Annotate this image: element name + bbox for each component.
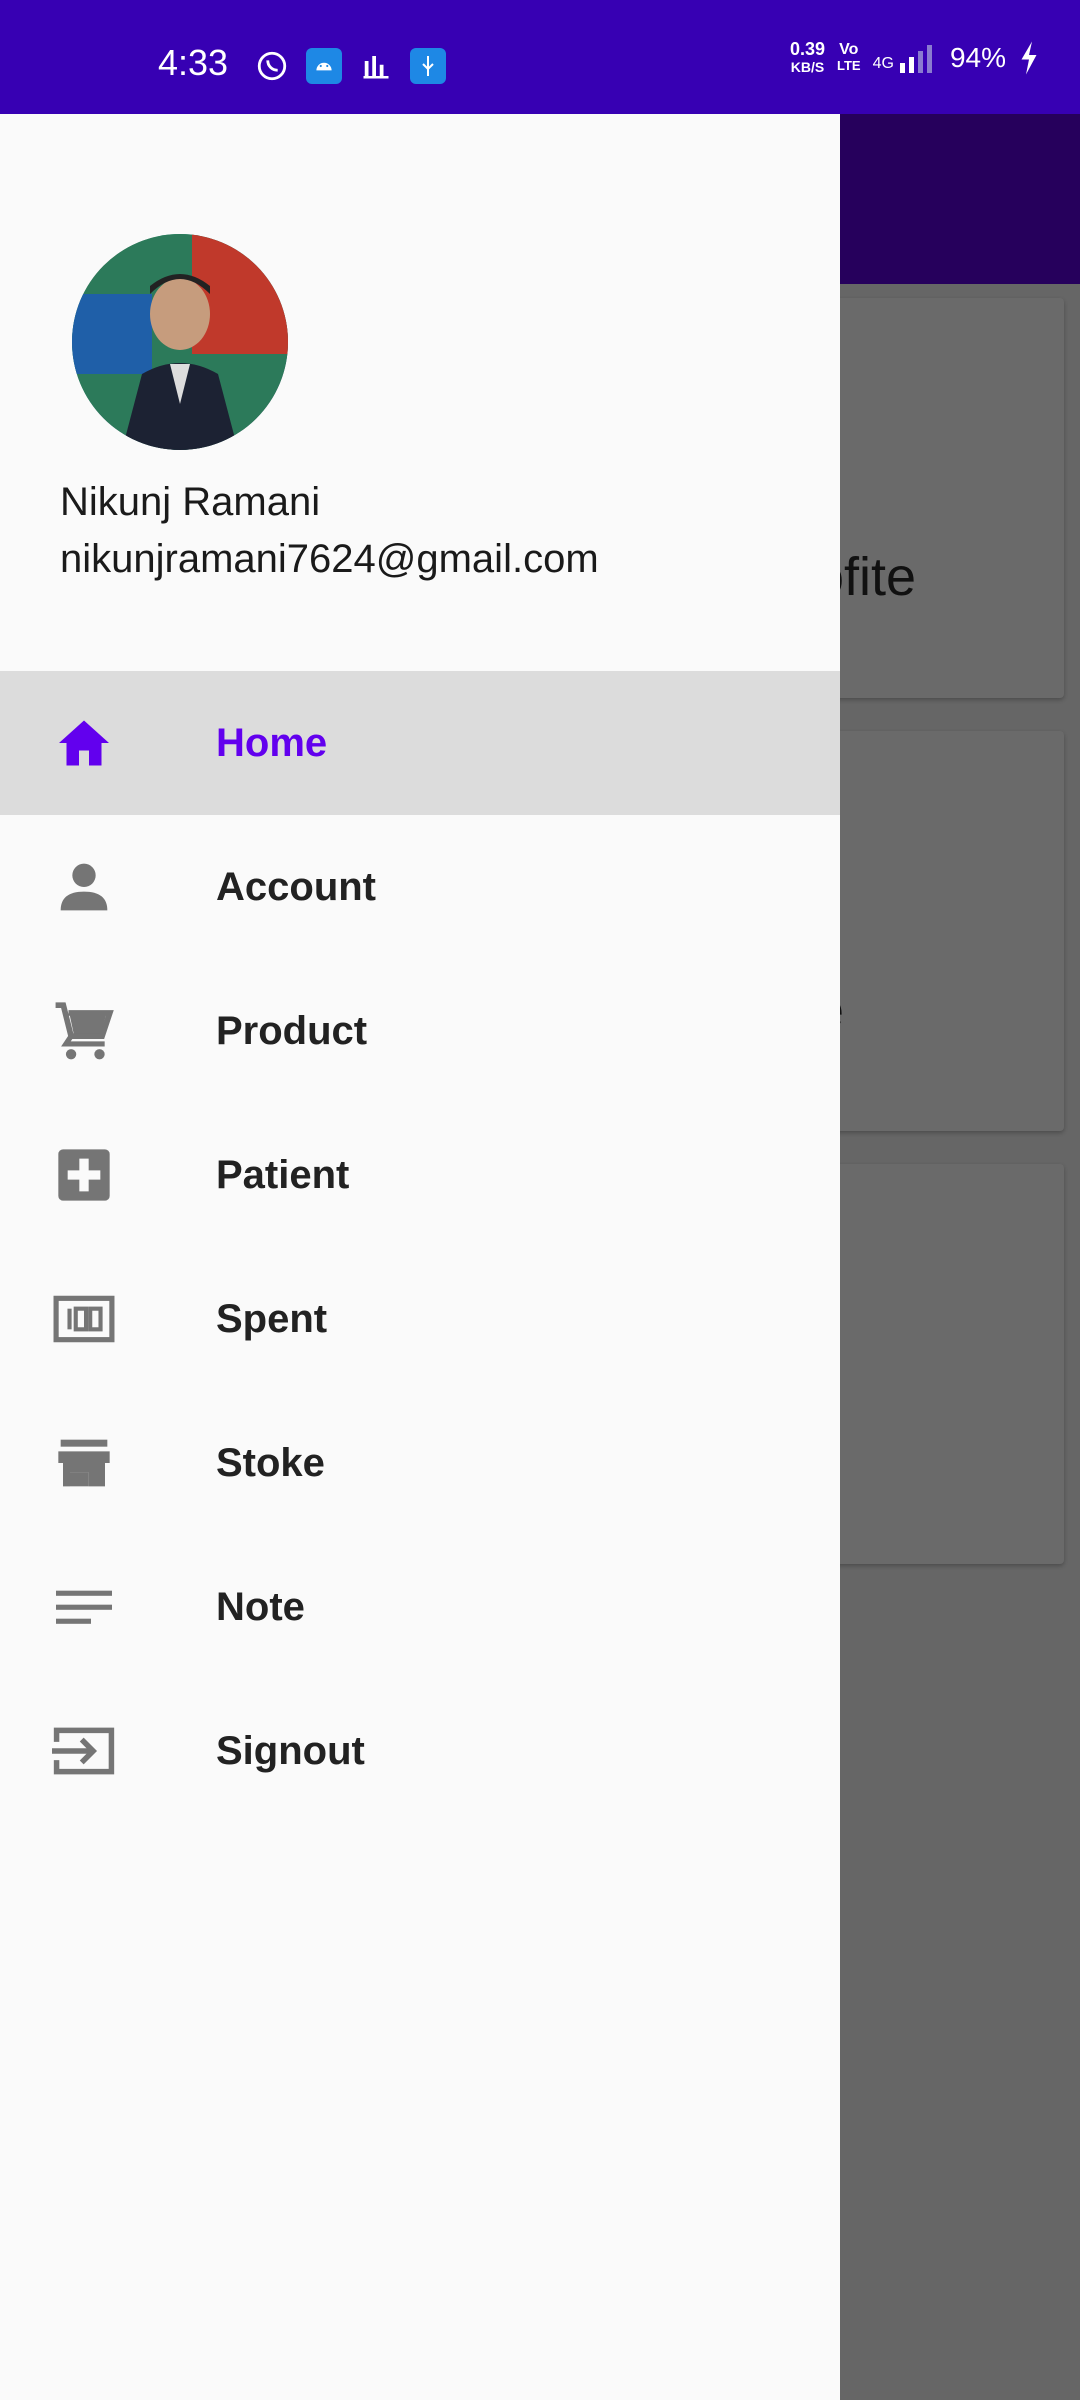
menu-item-label: Stoke xyxy=(216,1440,325,1485)
status-right: 0.39 KB/S Vo LTE 4G 94% xyxy=(790,40,1040,76)
battery-percentage: 94% xyxy=(949,42,1006,73)
volte-top: Vo xyxy=(839,41,859,58)
menu-item-label: Product xyxy=(216,1008,368,1053)
menu-item-label: Signout xyxy=(216,1728,365,1773)
net-speed: 0.39 KB/S xyxy=(790,40,825,76)
sign-in-arrow-icon xyxy=(52,1719,116,1783)
menu-item-note[interactable]: Note xyxy=(0,1535,840,1679)
status-bar: 4:33 0.39 KB/S Vo LTE 4G 94% xyxy=(0,0,1080,114)
menu-item-stoke[interactable]: Stoke xyxy=(0,1391,840,1535)
menu-item-signout[interactable]: Signout xyxy=(0,1679,840,1823)
menu-item-spent[interactable]: Spent xyxy=(0,1247,840,1391)
bar-chart-icon xyxy=(358,48,394,84)
store-icon xyxy=(52,1431,116,1495)
menu-item-label: Account xyxy=(216,864,376,909)
network-type: 4G xyxy=(872,55,894,72)
android-icon xyxy=(306,48,342,84)
person-icon xyxy=(52,855,116,919)
home-icon xyxy=(52,711,116,775)
menu-item-label: Home xyxy=(216,720,328,765)
drawer-menu: Home Account Product Patient Spent Stoke… xyxy=(0,671,840,1823)
avatar[interactable] xyxy=(72,234,288,450)
menu-item-label: Spent xyxy=(216,1296,328,1341)
menu-item-patient[interactable]: Patient xyxy=(0,1103,840,1247)
navigation-drawer: Nikunj Ramani nikunjramani7624@gmail.com… xyxy=(0,114,840,2400)
charging-icon xyxy=(1021,41,1037,75)
net-speed-unit: KB/S xyxy=(790,59,825,75)
volte-bottom: LTE xyxy=(837,58,861,73)
notification-icons xyxy=(254,48,446,84)
menu-item-label: Patient xyxy=(216,1152,350,1197)
signal-icon: 4G xyxy=(873,43,938,73)
medical-plus-icon xyxy=(52,1143,116,1207)
money-100-icon xyxy=(52,1287,116,1351)
status-time: 4:33 xyxy=(158,42,229,83)
menu-item-account[interactable]: Account xyxy=(0,815,840,959)
menu-item-home[interactable]: Home xyxy=(0,671,840,815)
volte-indicator: Vo LTE xyxy=(837,42,861,74)
net-speed-value: 0.39 xyxy=(789,39,826,59)
usb-icon xyxy=(410,48,446,84)
menu-item-label: Note xyxy=(216,1584,305,1629)
user-name: Nikunj Ramani xyxy=(60,480,321,524)
user-email: nikunjramani7624@gmail.com xyxy=(60,537,599,581)
menu-item-product[interactable]: Product xyxy=(0,959,840,1103)
whatsapp-icon xyxy=(254,48,290,84)
notes-lines-icon xyxy=(52,1575,116,1639)
cart-icon xyxy=(52,999,116,1063)
